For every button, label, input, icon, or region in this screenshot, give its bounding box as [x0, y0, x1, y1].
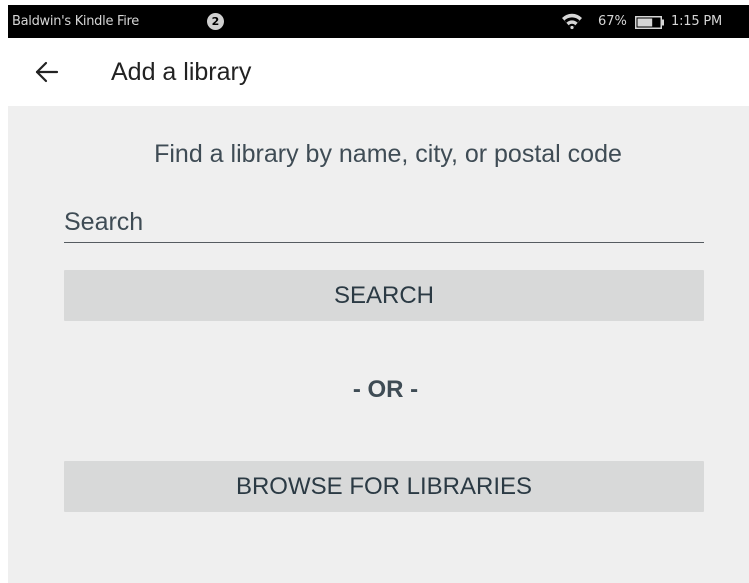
search-prompt: Find a library by name, city, or postal …: [154, 140, 622, 168]
status-bar: Baldwin's Kindle Fire 2 67% 1:15 PM: [8, 5, 749, 38]
search-button[interactable]: SEARCH: [64, 270, 704, 321]
clock: 1:15 PM: [671, 14, 722, 29]
wifi-icon: [562, 13, 582, 30]
battery-percent: 67%: [598, 14, 627, 29]
battery-icon: [635, 16, 664, 29]
battery-fill: [637, 18, 653, 27]
add-library-panel: Find a library by name, city, or postal …: [8, 106, 749, 583]
browse-libraries-button[interactable]: BROWSE FOR LIBRARIES: [64, 461, 704, 512]
page-title: Add a library: [111, 58, 252, 86]
or-divider: - OR -: [352, 376, 419, 403]
back-arrow-icon[interactable]: [34, 60, 60, 84]
search-input[interactable]: [64, 202, 704, 243]
notification-badge[interactable]: 2: [207, 13, 224, 30]
app-bar: Add a library: [0, 38, 749, 106]
device-name: Baldwin's Kindle Fire: [12, 14, 139, 29]
